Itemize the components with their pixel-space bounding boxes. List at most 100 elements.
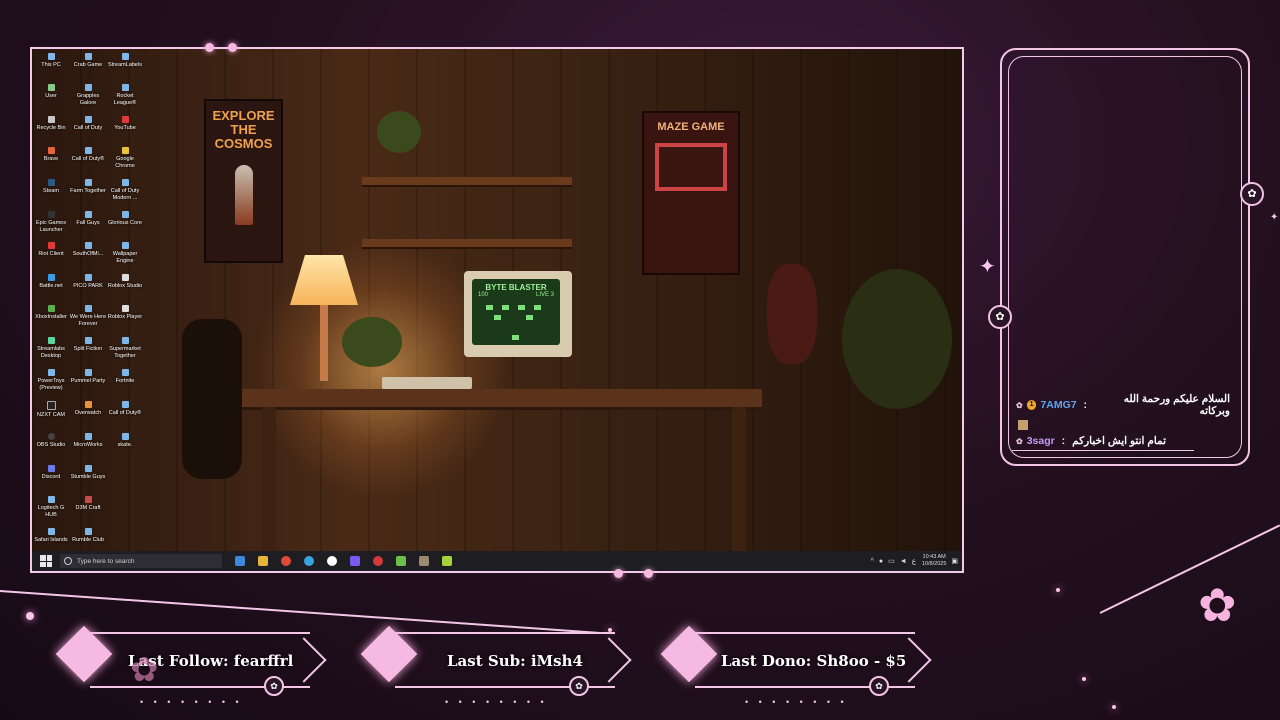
desktop-icon[interactable]: Brave — [32, 147, 70, 163]
taskbar-search[interactable]: Type here to search — [60, 554, 222, 568]
taskbar-app-icon[interactable] — [235, 556, 245, 566]
discord-icon — [47, 465, 55, 472]
chevron-up-icon[interactable]: ^ — [871, 558, 874, 565]
logitech-icon — [47, 496, 55, 503]
desktop-icon[interactable]: Fortnite — [106, 369, 144, 385]
file-explorer-icon[interactable] — [258, 556, 268, 566]
desktop-icon-label: Streamlabs Desktop — [37, 346, 65, 359]
app-icon — [84, 528, 92, 535]
notification-icon[interactable]: ▣ — [951, 557, 958, 565]
desktop-icon[interactable]: skate. — [106, 433, 144, 449]
frame-dot — [228, 43, 237, 52]
desktop-icon[interactable]: Supermarket Together — [106, 337, 144, 359]
chat-username[interactable]: 7AMG7 — [1040, 399, 1076, 411]
desktop-icon[interactable]: PowerToys (Preview) — [32, 369, 70, 391]
taskbar-app-icon[interactable] — [419, 556, 429, 566]
taskbar-app-icon[interactable] — [327, 556, 337, 566]
desktop-icon[interactable]: D3M Craft — [69, 496, 107, 512]
desktop-icon[interactable]: Google Chrome — [106, 147, 144, 169]
sparkle-icon: ✦ — [1270, 212, 1279, 223]
overwatch-icon — [84, 401, 92, 408]
sakura-icon: ✿ — [130, 651, 159, 689]
desktop-icon[interactable]: Crab Game — [69, 53, 107, 69]
desktop-icon[interactable]: OBS Studio — [32, 433, 70, 449]
discord-icon[interactable] — [350, 556, 360, 566]
nzxt-icon — [46, 401, 56, 410]
desktop-icon[interactable]: We Were Here Forever — [69, 305, 107, 327]
desktop-icon-label: OBS Studio — [36, 442, 66, 448]
chat-message: تمام انتو ايش اخباركم : 3sagr ✿ — [1012, 432, 1194, 451]
recycle-bin-icon — [47, 116, 55, 123]
desktop-icon[interactable]: Grapples Galore — [69, 84, 107, 106]
desktop-icon[interactable]: Wallpaper Engine — [106, 242, 144, 264]
desktop-icon[interactable]: Split Fiction — [69, 337, 107, 353]
chat-message-text: السلام عليكم ورحمة الله وبركاته — [1123, 393, 1230, 417]
desktop-icon[interactable]: Safari Islands — [32, 528, 70, 544]
desktop-icon[interactable]: Stumble Guys — [69, 465, 107, 481]
desktop-icon[interactable]: Streamlabs Desktop — [32, 337, 70, 359]
desktop-icon[interactable]: Overwatch — [69, 401, 107, 417]
taskbar-app-icon[interactable] — [396, 556, 406, 566]
desktop-icon-label: Google Chrome — [115, 156, 135, 169]
desktop-icon[interactable]: Fall Guys — [69, 211, 107, 227]
desktop-icon[interactable]: Rumble Club — [69, 528, 107, 544]
desktop-icon-label: Recycle Bin — [36, 125, 66, 131]
desktop-icon[interactable]: YouTube — [106, 116, 144, 132]
desktop-icon[interactable]: Roblox Studio — [106, 274, 144, 290]
app-icon — [84, 496, 92, 503]
desktop-icon[interactable]: Discord — [32, 465, 70, 481]
desktop-icon[interactable]: Call of Duty® — [106, 401, 144, 417]
desktop-icon[interactable]: Call of Duty — [69, 116, 107, 132]
desktop-icon[interactable]: Recycle Bin — [32, 116, 70, 132]
desktop-icon[interactable]: StreamLabels — [106, 53, 144, 69]
sparkle — [1112, 705, 1116, 709]
desktop-icon[interactable]: Riot Client — [32, 242, 70, 258]
chat-username[interactable]: 3sagr — [1027, 435, 1055, 447]
desktop-icon[interactable]: Rocket League® — [106, 84, 144, 106]
invader-icon — [526, 315, 533, 320]
taskbar-clock[interactable]: 10:43 AM 10/8/2025 — [922, 554, 946, 568]
desktop-icon[interactable]: Roblox Player — [106, 305, 144, 321]
desktop-icon[interactable]: MicroWorks — [69, 433, 107, 449]
app-icon — [121, 401, 129, 408]
windows-start-icon[interactable] — [40, 555, 52, 567]
desktop-icon[interactable]: NZXT CAM — [32, 401, 70, 419]
input-language[interactable]: ع — [912, 557, 916, 565]
flower-icon: ✿ — [988, 305, 1012, 329]
app-icon — [121, 242, 129, 249]
obs-icon[interactable] — [373, 556, 383, 566]
app-icon — [84, 211, 92, 218]
desktop-icon[interactable]: SouthOfMi... — [69, 242, 107, 258]
edge-icon[interactable] — [304, 556, 314, 566]
taskbar-app-icon[interactable] — [442, 556, 452, 566]
mic-icon[interactable]: ● — [879, 558, 883, 565]
desktop-icon[interactable]: Call of Duty® — [69, 147, 107, 163]
fortnite-icon — [121, 369, 129, 376]
taskbar: Type here to search ^ ● ▭ ◄ ع 10:43 AM 1… — [32, 551, 962, 571]
desktop-icon[interactable]: This PC — [32, 53, 70, 69]
frame-dot — [644, 569, 653, 578]
chrome-icon[interactable] — [281, 556, 291, 566]
game-lives: LIVE 3 — [535, 292, 554, 298]
sparkle — [1056, 588, 1060, 592]
last-follow-widget: Last Follow: fearffrl ✿ — [55, 625, 330, 696]
chat-message-text: تمام انتو ايش اخباركم — [1072, 435, 1167, 447]
desktop-icon-label: User — [45, 93, 57, 99]
desktop-icon[interactable]: User — [32, 84, 70, 100]
desktop-icon[interactable]: Battle.net — [32, 274, 70, 290]
desktop-icon-label: Fall Guys — [76, 220, 100, 226]
desktop-icon[interactable]: Pummel Party — [69, 369, 107, 385]
desktop-icon-label: Rumble Club — [72, 537, 104, 543]
desktop-icon[interactable]: Epic Games Launcher — [32, 211, 70, 233]
network-icon[interactable]: ▭ — [888, 557, 895, 565]
desktop-icon[interactable]: Farm Together — [69, 179, 107, 195]
desktop-icon[interactable]: Glorious Core — [106, 211, 144, 227]
desktop-icon[interactable]: XboxInstaller — [32, 305, 70, 321]
desktop-icon-label: Roblox Studio — [107, 283, 143, 289]
desktop-icon[interactable]: Steam — [32, 179, 70, 195]
desktop-icon[interactable]: PICO PARK — [69, 274, 107, 290]
desktop-icon[interactable]: Call of Duty Modern ... — [106, 179, 144, 201]
desktop-icon[interactable]: Logitech G HUB — [32, 496, 70, 518]
desktop-icon-label: Discord — [41, 474, 61, 480]
volume-icon[interactable]: ◄ — [900, 558, 907, 565]
